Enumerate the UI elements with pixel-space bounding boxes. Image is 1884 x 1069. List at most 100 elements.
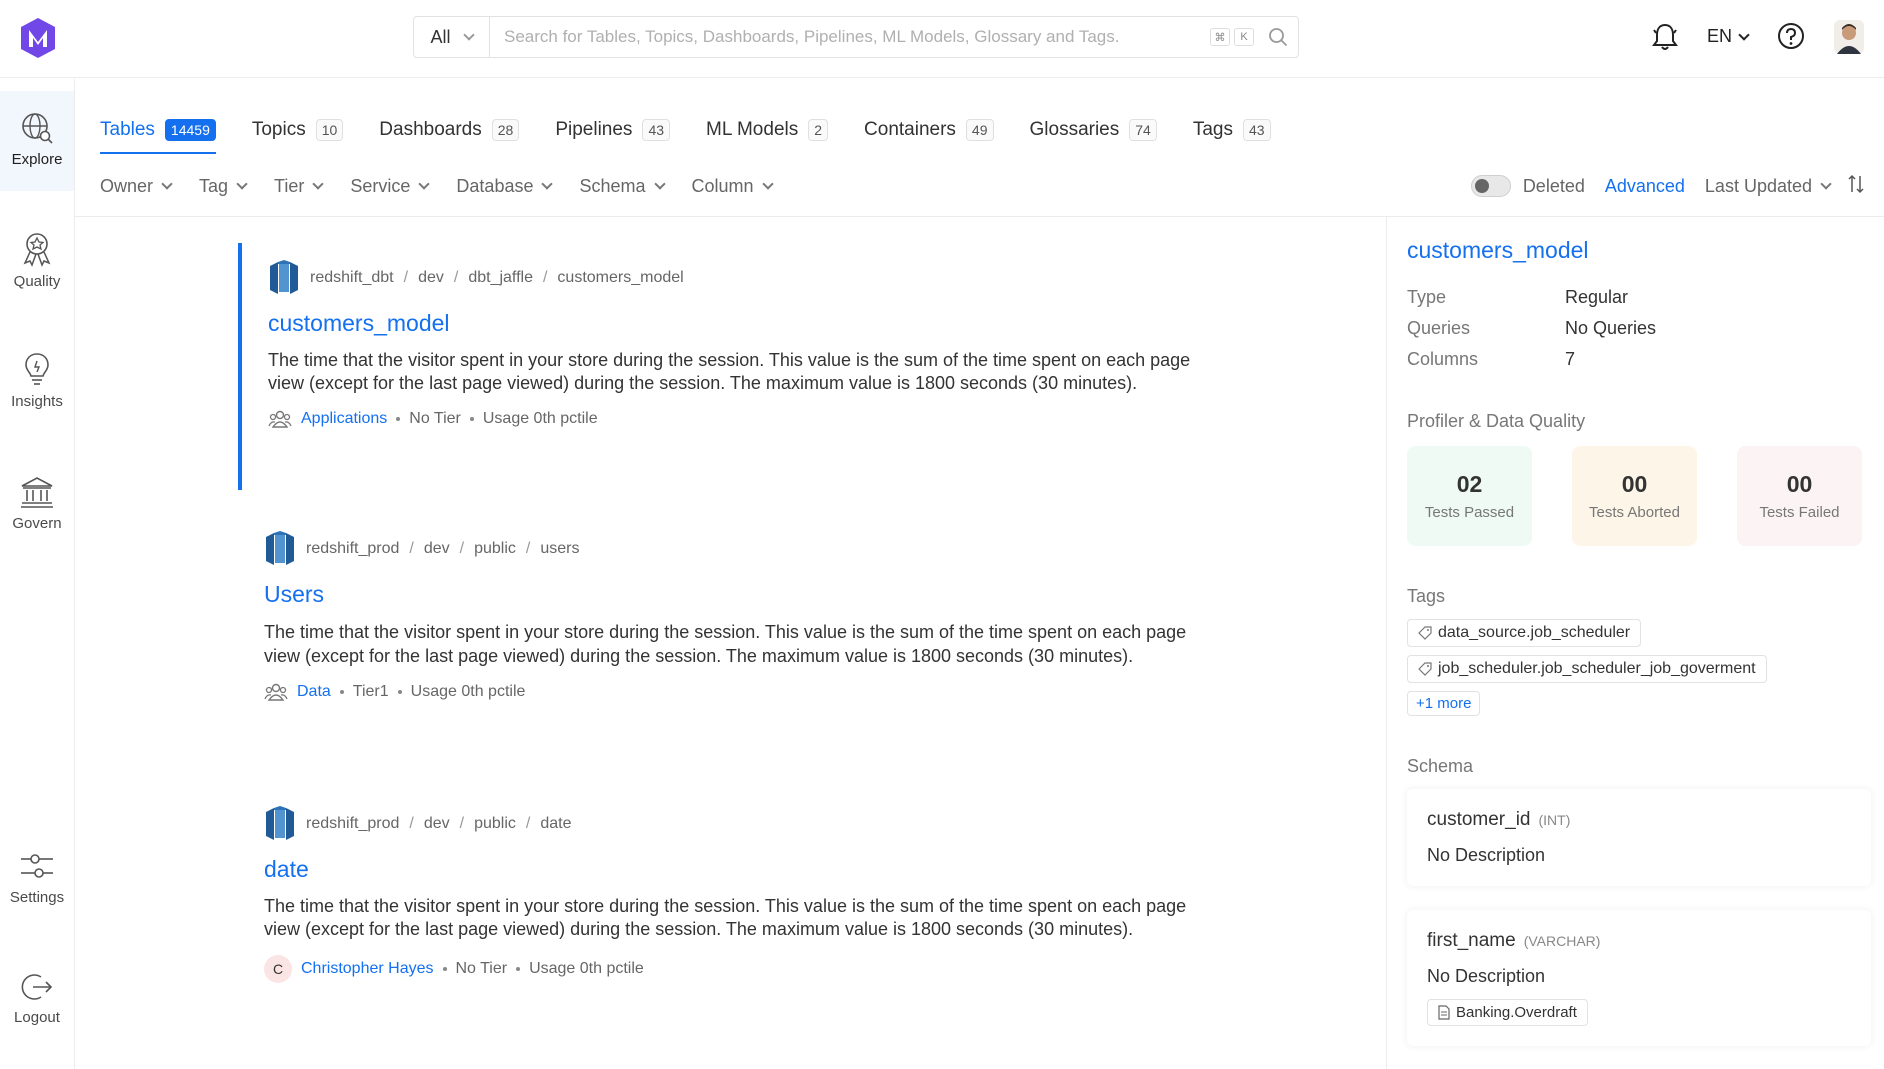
search-scope-dropdown[interactable]: All [414,17,490,57]
filter-column[interactable]: Column [691,175,774,197]
help-icon[interactable] [1777,22,1805,50]
breadcrumb-item[interactable]: users [540,540,579,558]
stat-label: Tests Failed [1759,504,1840,521]
more-tags-button[interactable]: +1 more [1407,691,1481,716]
breadcrumb-item[interactable]: dev [424,815,450,833]
search-icon[interactable] [1258,27,1298,47]
notifications-bell-icon[interactable] [1652,22,1678,52]
tab-count-badge: 43 [642,119,671,141]
summary-title[interactable]: customers_model [1407,237,1884,264]
breadcrumb-item[interactable]: dev [418,269,444,287]
sidebar-item-settings[interactable]: Settings [0,849,74,906]
column-name[interactable]: first_name [1427,930,1516,951]
result-card[interactable]: redshift_prod / dev / public / users Users … [264,531,1294,702]
tab-topics[interactable]: Topics 10 [251,112,344,148]
result-title[interactable]: Users [264,581,1294,608]
result-meta: Data Tier1 Usage 0th pctile [264,682,1294,702]
search-input[interactable]: Search for Tables, Topics, Dashboards, P… [490,27,1210,47]
chevron-down-icon [761,178,774,190]
owner-link[interactable]: Christopher Hayes [301,960,434,978]
usage-label: Usage 0th pctile [529,960,644,977]
result-card[interactable]: redshift_dbt / dev / dbt_jaffle / customers… [268,260,1298,429]
column-name[interactable]: customer_id [1427,809,1531,830]
result-card[interactable]: redshift_prod / dev / public / date date Th… [264,806,1294,983]
tag-chip[interactable]: job_scheduler.job_scheduler_job_govermen… [1407,655,1767,683]
breadcrumb: redshift_prod / dev / public / date [264,806,1294,842]
breadcrumb-item[interactable]: redshift_dbt [310,269,394,287]
filter-label: Column [691,175,754,196]
stat-value: 02 [1456,471,1483,497]
breadcrumb-item[interactable]: customers_model [557,269,683,287]
glossary-term-chip[interactable]: Banking.Overdraft [1427,999,1588,1026]
tab-dashboards[interactable]: Dashboards 28 [379,112,520,148]
tag-chip[interactable]: data_source.job_scheduler [1407,619,1642,647]
breadcrumb-item[interactable]: date [540,815,571,833]
result-title[interactable]: customers_model [268,310,1298,337]
property-key: Queries [1407,318,1471,338]
tab-pipelines[interactable]: Pipelines 43 [555,112,671,148]
breadcrumb-item[interactable]: redshift_prod [306,540,399,558]
owner-link[interactable]: Applications [301,410,387,428]
filter-owner[interactable]: Owner [100,176,173,197]
breadcrumb-item[interactable]: public [474,540,516,558]
tab-ml-models[interactable]: ML Models 2 [706,112,829,148]
breadcrumb-item[interactable]: redshift_prod [306,815,399,833]
deleted-toggle[interactable] [1470,175,1511,197]
insights-icon [25,353,49,385]
result-title[interactable]: date [264,856,1294,883]
tab-tags[interactable]: Tags 43 [1193,112,1271,148]
meta-separator [397,690,402,694]
filter-tag[interactable]: Tag [199,176,248,197]
user-avatar[interactable] [1834,20,1864,54]
tests-failed-card: 00 Tests Failed [1737,446,1862,546]
breadcrumb-separator: / [409,815,414,832]
filter-actions: Deleted Advanced Last Updated [1470,172,1864,200]
filter-schema[interactable]: Schema [579,176,666,197]
schema-heading: Schema [1407,756,1474,776]
app-logo[interactable] [18,16,58,60]
redshift-icon [266,531,294,565]
meta-separator [516,967,521,971]
left-sidebar: Explore Quality Insights Govern Settings… [0,79,75,1069]
schema-column-card: customer_id (INT) No Description [1407,789,1871,886]
tags-heading: Tags [1407,586,1446,606]
filter-database[interactable]: Database [456,176,554,197]
sidebar-item-insights[interactable]: Insights [0,351,74,410]
tab-label: ML Models [706,119,799,140]
sidebar-item-label: Insights [11,393,63,410]
tab-count-badge: 10 [315,119,344,141]
redshift-icon [266,806,294,840]
tab-label: Containers [864,119,956,140]
breadcrumb-item[interactable]: dev [424,540,450,558]
filter-service[interactable]: Service [350,176,431,197]
sidebar-item-quality[interactable]: Quality [0,231,74,290]
chevron-down-icon [1820,178,1832,190]
schema-column-card: first_name (VARCHAR) No Description Banki… [1407,910,1871,1046]
tab-tables[interactable]: Tables 14459 [100,112,216,154]
tab-glossaries[interactable]: Glossaries 74 [1030,112,1157,148]
breadcrumb-item[interactable]: dbt_jaffle [468,269,533,287]
tab-label: Topics [251,119,306,140]
owner-link[interactable]: Data [297,683,331,701]
language-selector[interactable]: EN [1707,26,1750,47]
tab-containers[interactable]: Containers 49 [864,112,994,148]
breadcrumb-item[interactable]: public [474,815,516,833]
sort-dropdown[interactable]: Last Updated [1705,176,1812,197]
chevron-down-icon [653,178,666,190]
property-key: Columns [1407,349,1479,369]
sidebar-item-govern[interactable]: Govern [0,475,74,532]
meta-separator [442,967,447,971]
sidebar-item-logout[interactable]: Logout [0,971,74,1026]
filter-tier[interactable]: Tier [274,176,325,197]
sidebar-item-explore[interactable]: Explore [0,91,74,191]
breadcrumb-separator: / [525,540,531,557]
tab-label: Tables [100,119,155,140]
quality-icon [23,233,51,267]
summary-properties: Type Regular Queries No Queries Columns 7 [1407,282,1884,375]
advanced-search-link[interactable]: Advanced [1605,176,1685,197]
explore-icon [22,113,53,144]
usage-label: Usage 0th pctile [410,683,526,700]
shortcut-key-k: K [1234,28,1254,46]
breadcrumb-separator: / [459,815,465,832]
sort-order-icon[interactable] [1848,174,1864,199]
